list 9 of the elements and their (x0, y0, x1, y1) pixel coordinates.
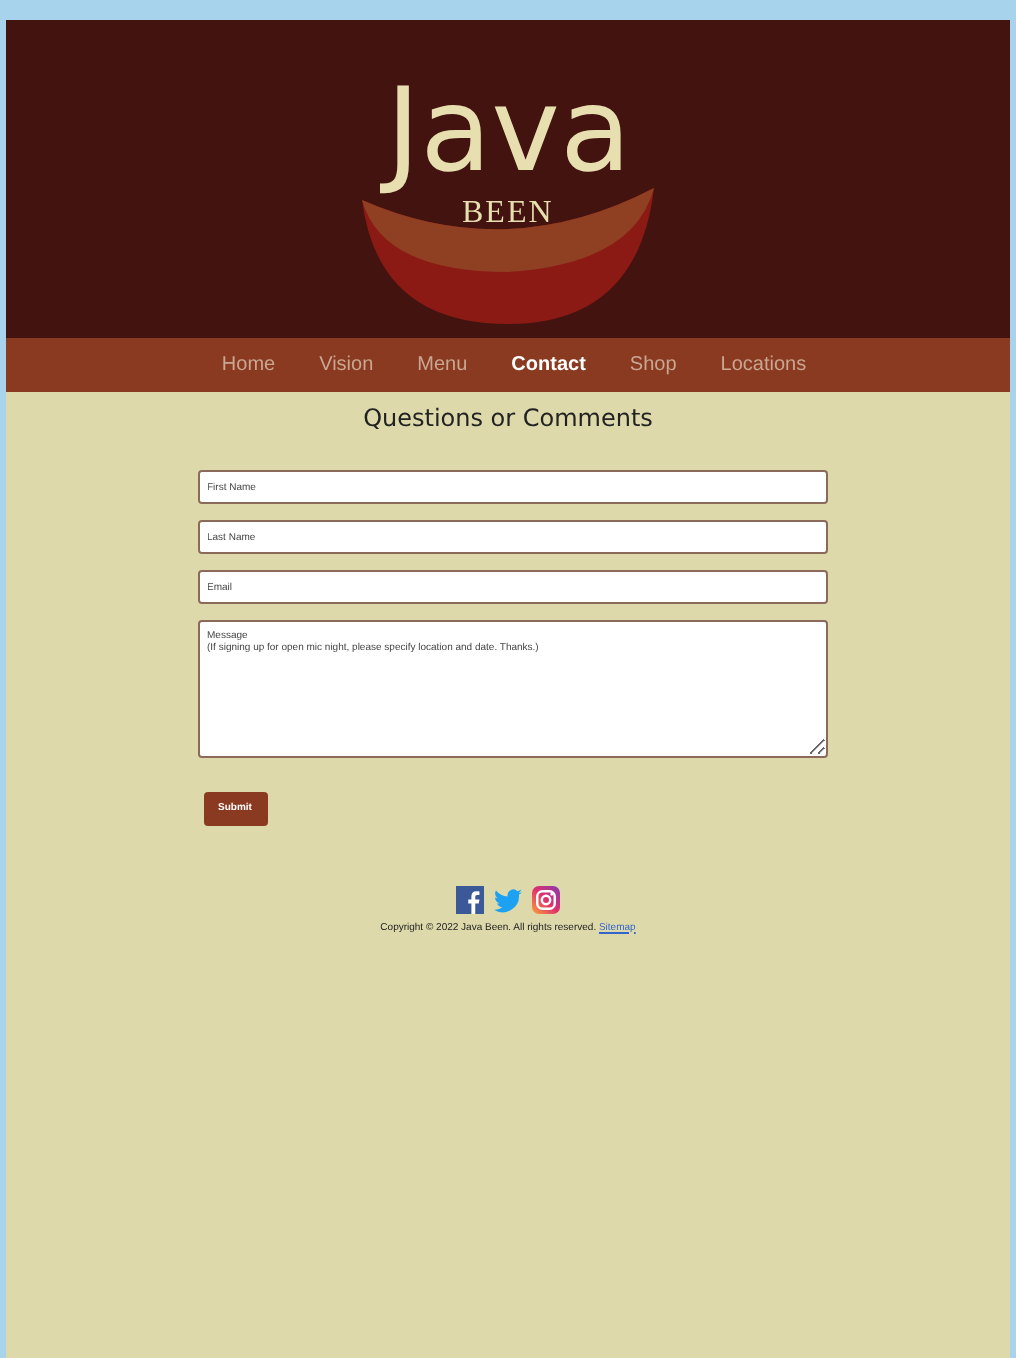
camera-icon[interactable] (532, 885, 560, 913)
nav-link[interactable]: Home (221, 354, 276, 376)
facebook-icon[interactable] (456, 885, 484, 913)
nav-link[interactable]: Locations (720, 354, 807, 376)
nav-link[interactable]: Vision (319, 354, 374, 376)
page-heading: Questions or Comments (361, 404, 655, 432)
nav-link[interactable]: Menu (417, 354, 468, 376)
nav-link[interactable]: Shop (629, 354, 677, 376)
nav-link[interactable]: Contact (511, 354, 586, 376)
